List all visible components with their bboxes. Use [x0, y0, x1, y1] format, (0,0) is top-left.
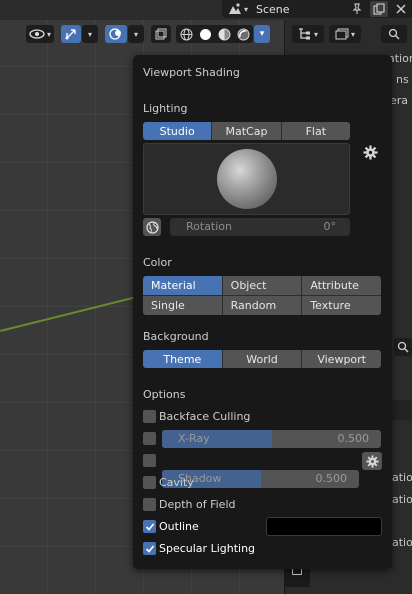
xray-alpha-slider[interactable]: X-Ray 0.500: [162, 430, 381, 448]
search-button[interactable]: [381, 25, 407, 43]
background-heading: Background: [143, 330, 209, 343]
eye-icon: [29, 29, 45, 39]
rendered-sphere-icon: [237, 28, 250, 40]
properties-header: [392, 400, 412, 420]
background-world-button[interactable]: World: [222, 350, 303, 368]
shading-options-dropdown[interactable]: ▾: [254, 25, 270, 43]
rendered-shading-button[interactable]: [234, 25, 253, 43]
solid-shading-button[interactable]: [196, 25, 215, 43]
display-mode-dropdown[interactable]: ▾: [329, 25, 361, 43]
lighting-heading: Lighting: [143, 102, 188, 115]
background-theme-button[interactable]: Theme: [143, 350, 223, 368]
lighting-matcap-button[interactable]: MatCap: [212, 122, 282, 140]
chevron-down-icon[interactable]: ▾: [242, 2, 250, 16]
wireframe-shading-button[interactable]: [177, 25, 196, 43]
shadow-slider-value: 0.500: [315, 472, 348, 485]
outliner-item-text[interactable]: era: [390, 94, 408, 107]
checkmark-icon: [145, 544, 154, 553]
outliner-icon: [298, 28, 310, 40]
color-heading: Color: [143, 256, 172, 269]
properties-search-button[interactable]: [394, 338, 412, 356]
close-icon[interactable]: [392, 1, 410, 17]
outline-color-swatch[interactable]: [266, 517, 382, 536]
solid-sphere-icon: [200, 28, 211, 40]
shadow-checkbox[interactable]: [143, 454, 156, 467]
outliner-item-text[interactable]: ns: [396, 73, 409, 86]
specular-lighting-checkbox[interactable]: [143, 542, 156, 555]
color-attribute-button[interactable]: Attribute: [302, 276, 381, 295]
outline-label[interactable]: Outline: [159, 520, 199, 533]
studio-light-sphere: [216, 149, 277, 209]
chevron-down-icon: ▾: [46, 29, 51, 39]
studio-light-preferences-button[interactable]: [361, 143, 379, 161]
wireframe-sphere-icon: [180, 28, 193, 40]
search-icon: [397, 341, 409, 353]
depth-of-field-checkbox[interactable]: [143, 498, 156, 511]
lighting-studio-button[interactable]: Studio: [143, 122, 213, 140]
world-space-lighting-toggle[interactable]: [143, 218, 161, 236]
scene-glyph-icon: [229, 3, 241, 14]
cavity-checkbox[interactable]: [143, 476, 156, 489]
lighting-flat-button[interactable]: Flat: [281, 122, 350, 140]
xray-icon: [155, 28, 167, 40]
gear-icon: [365, 454, 379, 468]
color-material-button[interactable]: Material: [143, 276, 222, 295]
properties-label: ation: [392, 536, 412, 549]
background-type-selector: Theme World Viewport: [143, 350, 381, 368]
gear-icon: [362, 144, 378, 160]
editor-type-dropdown[interactable]: ▾: [292, 25, 324, 43]
rotation-label: Rotation: [186, 220, 233, 233]
overlays-toggle[interactable]: [105, 25, 127, 43]
backface-culling-label[interactable]: Backface Culling: [159, 410, 250, 423]
specular-lighting-label[interactable]: Specular Lighting: [159, 542, 255, 555]
popover-title: Viewport Shading: [143, 66, 240, 79]
chevron-down-icon: ▾: [259, 29, 265, 39]
world-icon: [145, 220, 159, 234]
material-preview-button[interactable]: [215, 25, 234, 43]
studio-light-preview[interactable]: [143, 143, 350, 215]
color-texture-button[interactable]: Texture: [302, 296, 381, 315]
rotation-field[interactable]: Rotation 0°: [170, 218, 350, 236]
rotation-value: 0°: [323, 220, 337, 233]
checkmark-icon: [145, 522, 154, 531]
gizmo-icon: [65, 29, 76, 40]
shadow-settings-button[interactable]: [362, 452, 382, 470]
background-viewport-button[interactable]: Viewport: [302, 350, 381, 368]
xray-toggle[interactable]: [151, 25, 171, 43]
copy-scene-icon[interactable]: [370, 1, 388, 17]
overlay-circles-icon: [109, 28, 121, 40]
outline-checkbox[interactable]: [143, 520, 156, 533]
color-object-button[interactable]: Object: [222, 276, 302, 295]
color-random-button[interactable]: Random: [222, 296, 302, 315]
material-sphere-icon: [218, 28, 231, 40]
color-single-button[interactable]: Single: [143, 296, 222, 315]
options-heading: Options: [143, 388, 186, 401]
xray-slider-value: 0.500: [337, 432, 370, 445]
properties-label: ation: [392, 471, 412, 484]
scene-name[interactable]: Scene: [256, 3, 290, 16]
gizmo-toggle[interactable]: [61, 25, 81, 43]
visibility-dropdown[interactable]: ▾: [26, 25, 54, 43]
lighting-mode-selector: Studio MatCap Flat: [143, 122, 350, 140]
properties-label: ation: [392, 493, 412, 506]
depth-of-field-label[interactable]: Depth of Field: [159, 498, 236, 511]
chevron-down-icon[interactable]: ▾: [82, 25, 98, 43]
pin-icon[interactable]: [348, 1, 366, 17]
color-type-selector: Material Object Attribute Single Random …: [143, 276, 381, 315]
chevron-down-icon[interactable]: ▾: [128, 25, 144, 43]
backface-culling-checkbox[interactable]: [143, 410, 156, 423]
search-icon: [388, 28, 400, 40]
display-mode-icon: [335, 28, 349, 40]
xray-checkbox[interactable]: [143, 432, 156, 445]
